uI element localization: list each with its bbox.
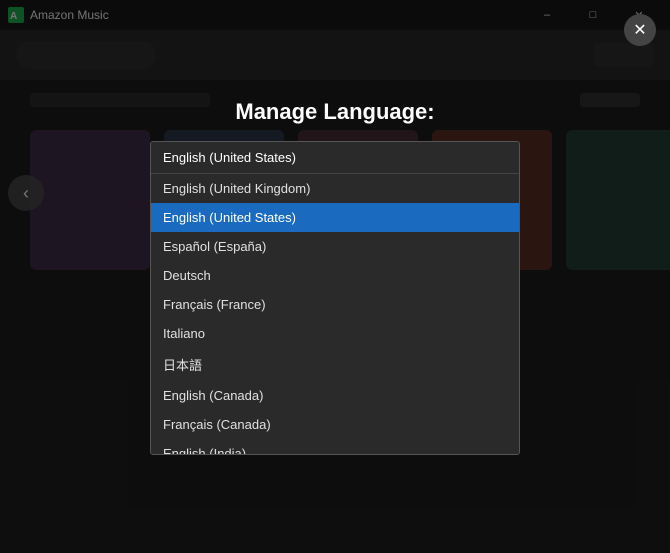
language-option[interactable]: Deutsch (151, 261, 519, 290)
language-dropdown[interactable]: English (United States) English (United … (150, 141, 520, 455)
language-dialog: Manage Language: English (United States)… (150, 99, 520, 455)
language-option[interactable]: English (United Kingdom) (151, 174, 519, 203)
language-list[interactable]: English (United Kingdom)English (United … (151, 174, 519, 454)
language-option[interactable]: Italiano (151, 319, 519, 348)
language-option[interactable]: Français (Canada) (151, 410, 519, 439)
language-option[interactable]: English (India) (151, 439, 519, 454)
language-option[interactable]: Español (España) (151, 232, 519, 261)
language-option[interactable]: Français (France) (151, 290, 519, 319)
language-option[interactable]: 日本語 (151, 348, 519, 381)
selected-language-label: English (United States) (163, 150, 296, 165)
dialog-title: Manage Language: (235, 99, 434, 125)
language-option[interactable]: English (Canada) (151, 381, 519, 410)
language-option[interactable]: English (United States) (151, 203, 519, 232)
language-select-trigger[interactable]: English (United States) (151, 142, 519, 174)
close-dialog-button[interactable]: ✕ (624, 14, 656, 46)
overlay-dim: ✕ Manage Language: English (United State… (0, 0, 670, 553)
